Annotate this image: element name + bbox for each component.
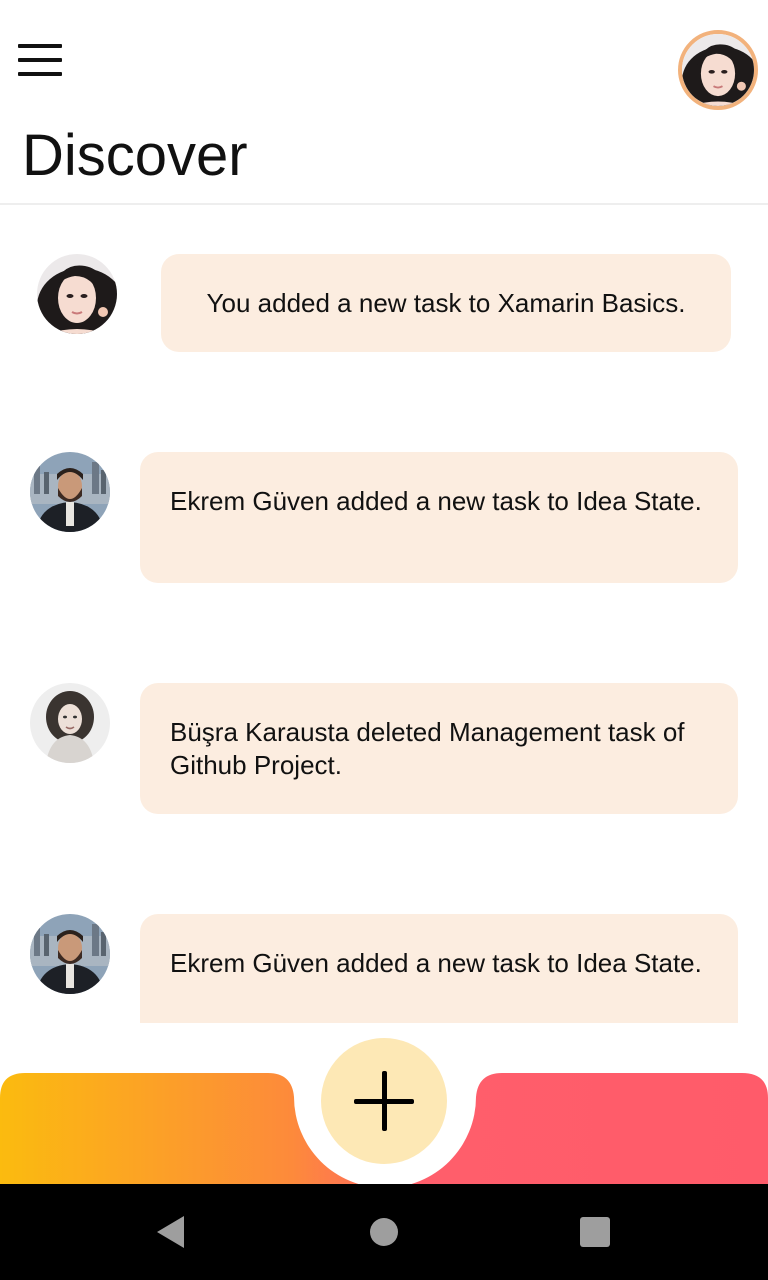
activity-text: Ekrem Güven added a new task to Idea Sta…	[170, 486, 702, 516]
back-triangle-icon[interactable]	[156, 1215, 186, 1249]
recents-square-icon[interactable]	[580, 1217, 610, 1247]
avatar[interactable]	[30, 452, 110, 532]
avatar[interactable]	[30, 683, 110, 763]
activity-text: Büşra Karausta deleted Management task o…	[170, 717, 685, 780]
system-navigation-bar	[0, 1184, 768, 1280]
activity-feed[interactable]: You added a new task to Xamarin Basics. …	[0, 205, 768, 1023]
activity-message[interactable]: You added a new task to Xamarin Basics.	[161, 254, 731, 352]
avatar[interactable]	[30, 914, 110, 994]
activity-message[interactable]: Ekrem Güven added a new task to Idea Sta…	[140, 914, 738, 1023]
activity-message[interactable]: Büşra Karausta deleted Management task o…	[140, 683, 738, 814]
hamburger-menu-icon[interactable]	[18, 44, 62, 78]
avatar[interactable]	[37, 254, 117, 334]
activity-text: You added a new task to Xamarin Basics.	[206, 287, 686, 318]
page-title: Discover	[22, 123, 248, 188]
activity-text: Ekrem Güven added a new task to Idea Sta…	[170, 948, 702, 978]
profile-avatar[interactable]	[678, 30, 758, 110]
add-task-button[interactable]	[321, 1038, 447, 1164]
home-circle-icon[interactable]	[370, 1218, 398, 1246]
activity-message[interactable]: Ekrem Güven added a new task to Idea Sta…	[140, 452, 738, 583]
